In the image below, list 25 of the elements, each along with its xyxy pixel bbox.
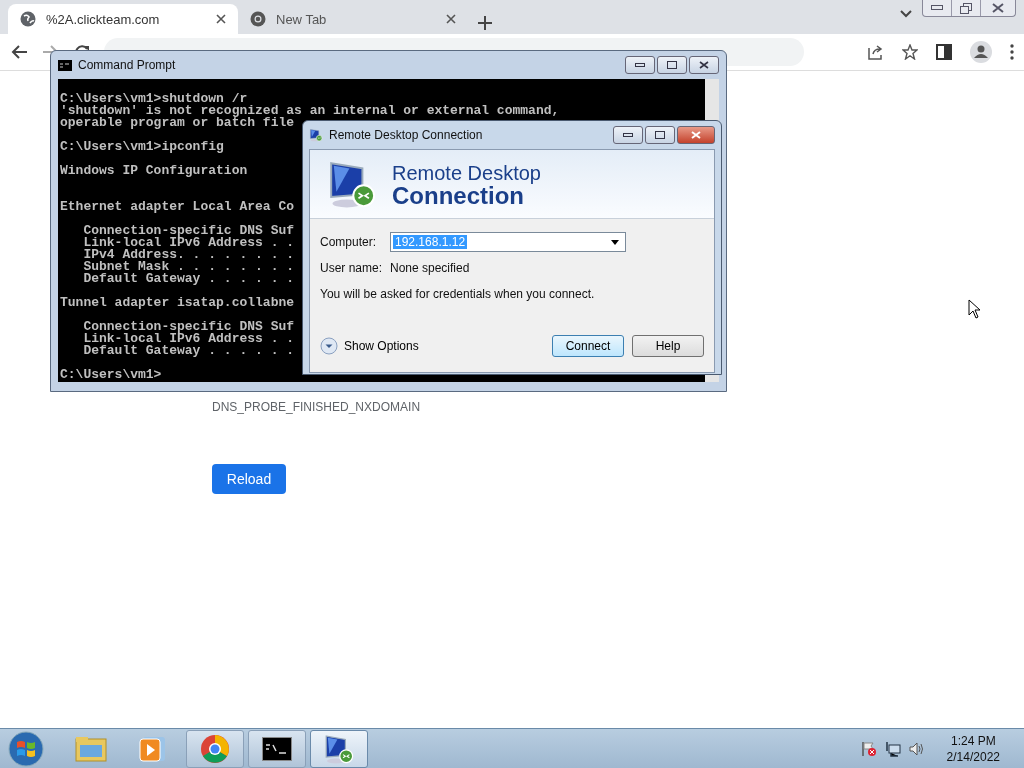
console-line: 'shutdown' is not recognized as an internal or external command, — [60, 105, 560, 117]
console-line: C:\Users\vm1>ipconfig — [60, 141, 224, 153]
console-line: Ethernet adapter Local Area Co — [60, 201, 295, 213]
username-value: None specified — [390, 261, 470, 275]
console-line: Tunnel adapter isatap.collabne — [60, 297, 295, 309]
console-line: Subnet Mask . . . . . . . . — [82, 261, 295, 273]
field-label: Computer: — [320, 235, 378, 249]
window-title: Command Prompt — [78, 58, 176, 72]
console-line: operable program or batch file — [60, 117, 295, 129]
console-line: C:\Users\vm1> — [60, 369, 162, 381]
banner-title: Remote Desktop — [392, 161, 541, 185]
console-line: C:\Users\vm1>shutdown /r — [60, 93, 248, 105]
console-line: Default Gateway . . . . . . — [82, 273, 295, 285]
error-code: DNS_PROBE_FINISHED_NXDOMAIN — [212, 400, 422, 414]
console-line: Connection-specific DNS Suf — [82, 225, 295, 237]
console-line: Link-local IPv6 Address . . — [82, 237, 295, 249]
console-line: IPv4 Address. . . . . . . . — [82, 249, 295, 261]
info-text: You will be asked for credentials when you connect. — [320, 287, 596, 301]
console-line: Connection-specific DNS Suf — [82, 321, 295, 333]
window-title: Remote Desktop Connection — [329, 128, 483, 142]
console-line: Default Gateway . . . . . . — [82, 345, 295, 357]
console-line: Windows IP Configuration — [60, 165, 248, 177]
banner-title: Connection — [392, 184, 524, 207]
field-label: User name: — [320, 261, 384, 275]
console-line: Link-local IPv6 Address . . — [82, 333, 295, 345]
